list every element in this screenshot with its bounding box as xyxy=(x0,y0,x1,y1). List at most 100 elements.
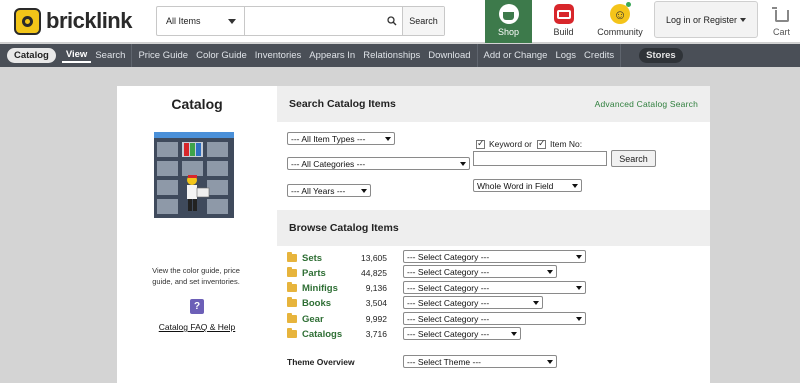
sets-category-select[interactable]: --- Select Category --- xyxy=(403,250,586,263)
subnav-inventories[interactable]: Inventories xyxy=(251,50,305,61)
cart-button[interactable]: Cart xyxy=(763,0,800,43)
folder-icon xyxy=(287,267,297,277)
bricklink-logo[interactable]: bricklink xyxy=(14,7,132,35)
books-category-select[interactable]: --- Select Category --- xyxy=(403,296,543,309)
subnav-appears-in[interactable]: Appears In xyxy=(305,50,359,61)
chevron-down-icon xyxy=(385,137,391,141)
subnav-stores[interactable]: Stores xyxy=(639,48,683,63)
nav-tile-shop[interactable]: Shop xyxy=(485,0,532,43)
subnav-download[interactable]: Download xyxy=(424,50,474,61)
subnav-logs[interactable]: Logs xyxy=(551,50,580,61)
browse-row-sets[interactable]: Sets xyxy=(287,251,354,265)
chevron-down-icon xyxy=(361,189,367,193)
catalog-faq-link[interactable]: Catalog FAQ & Help xyxy=(131,322,263,332)
browse-name[interactable]: Gear xyxy=(302,314,354,325)
search-type-select[interactable]: All Items xyxy=(157,7,245,35)
browse-row-books[interactable]: Books xyxy=(287,296,354,310)
top-bar: bricklink All Items Search Shop Build Co… xyxy=(0,0,800,43)
nav-tile-build[interactable]: Build xyxy=(540,0,587,43)
browse-count: 3,504 xyxy=(365,298,387,308)
toolbox-icon xyxy=(553,4,574,24)
nav-tile-community[interactable]: Community xyxy=(594,0,646,43)
login-label: Log in or Register xyxy=(665,14,738,25)
minifigs-category-select[interactable]: --- Select Category --- xyxy=(403,281,586,294)
browse-name[interactable]: Books xyxy=(302,298,354,309)
help-question-icon[interactable]: ? xyxy=(190,299,204,314)
browse-count: 44,825 xyxy=(361,268,387,278)
select-value: --- Select Category --- xyxy=(407,313,490,324)
keyword-label: Keyword or xyxy=(489,139,532,149)
match-mode-select[interactable]: Whole Word in Field xyxy=(473,179,582,192)
catalog-cabinet-illustration-icon xyxy=(154,132,234,218)
cart-label: Cart xyxy=(772,27,790,37)
browse-name[interactable]: Parts xyxy=(302,268,354,279)
category-select[interactable]: --- All Categories --- xyxy=(287,157,470,170)
subnav-divider xyxy=(131,44,133,67)
keyword-options: Keyword or Item No: xyxy=(476,138,582,149)
browse-section: Browse Catalog Items xyxy=(277,210,710,246)
folder-icon xyxy=(287,297,297,307)
subnav-search[interactable]: Search xyxy=(91,50,129,61)
item-type-select[interactable]: --- All Item Types --- xyxy=(287,132,395,145)
browse-count: 13,605 xyxy=(361,253,387,263)
magnifier-icon[interactable] xyxy=(383,7,404,35)
browse-count: 9,136 xyxy=(365,283,387,293)
catalog-subnav: Catalog View Search Price Guide Color Gu… xyxy=(0,44,800,67)
keyword-input[interactable] xyxy=(473,151,607,166)
browse-count: 9,992 xyxy=(365,314,387,324)
search-button[interactable]: Search xyxy=(403,7,444,35)
online-dot-icon xyxy=(626,2,631,7)
keyword-checkbox[interactable] xyxy=(476,138,485,149)
logo-text: bricklink xyxy=(46,8,132,33)
browse-row-parts[interactable]: Parts xyxy=(287,266,354,280)
browse-section-title: Browse Catalog Items xyxy=(289,222,399,234)
item-no-checkbox[interactable] xyxy=(537,138,546,149)
nav-tile-community-label: Community xyxy=(597,27,643,37)
subnav-color-guide[interactable]: Color Guide xyxy=(192,50,251,61)
select-value: --- Select Category --- xyxy=(407,251,490,262)
subnav-catalog[interactable]: Catalog xyxy=(7,48,56,63)
browse-row-minifigs[interactable]: Minifigs xyxy=(287,281,354,295)
login-register-button[interactable]: Log in or Register xyxy=(654,1,758,38)
select-value: --- Select Category --- xyxy=(407,297,490,308)
search-section-header: Search Catalog Items Advanced Catalog Se… xyxy=(277,86,710,122)
folder-icon xyxy=(287,328,297,338)
theme-select-value: --- Select Theme --- xyxy=(407,356,481,367)
subnav-relationships[interactable]: Relationships xyxy=(359,50,424,61)
parts-category-select[interactable]: --- Select Category --- xyxy=(403,265,557,278)
year-select[interactable]: --- All Years --- xyxy=(287,184,371,197)
chevron-down-icon xyxy=(227,18,236,24)
browse-name[interactable]: Catalogs xyxy=(302,329,354,340)
match-mode-value: Whole Word in Field xyxy=(477,180,554,191)
browse-name[interactable]: Sets xyxy=(302,253,354,264)
catalog-panel: Catalog View the color guide, price guid… xyxy=(117,86,710,383)
browse-row-gear[interactable]: Gear xyxy=(287,312,354,326)
advanced-search-link[interactable]: Advanced Catalog Search xyxy=(595,99,698,109)
browse-row-catalogs[interactable]: Catalogs xyxy=(287,327,354,341)
nav-tile-build-label: Build xyxy=(553,27,574,37)
subnav-view[interactable]: View xyxy=(61,49,92,63)
chevron-down-icon xyxy=(547,360,553,364)
folder-icon xyxy=(287,313,297,323)
subnav-price-guide[interactable]: Price Guide xyxy=(134,50,192,61)
chevron-down-icon xyxy=(576,286,582,290)
chevron-down-icon xyxy=(572,184,578,188)
subnav-credits[interactable]: Credits xyxy=(580,50,618,61)
theme-select[interactable]: --- Select Theme --- xyxy=(403,355,557,368)
cart-icon xyxy=(771,7,789,22)
item-type-value: --- All Item Types --- xyxy=(291,133,366,144)
catalog-search-button[interactable]: Search xyxy=(611,150,656,167)
chevron-down-icon xyxy=(740,17,747,22)
subnav-add-or-change[interactable]: Add or Change xyxy=(480,50,552,61)
chevron-down-icon xyxy=(547,270,553,274)
catalog-main: Search Catalog Items Advanced Catalog Se… xyxy=(277,86,710,383)
chevron-down-icon xyxy=(460,162,466,166)
browse-name[interactable]: Minifigs xyxy=(302,283,354,294)
gear-category-select[interactable]: --- Select Category --- xyxy=(403,312,586,325)
category-value: --- All Categories --- xyxy=(291,158,366,169)
search-input[interactable] xyxy=(244,7,383,35)
shopping-bag-icon xyxy=(498,4,519,24)
page-title: Catalog xyxy=(171,96,223,112)
catalogs-category-select[interactable]: --- Select Category --- xyxy=(403,327,521,340)
search-type-value: All Items xyxy=(166,16,201,26)
